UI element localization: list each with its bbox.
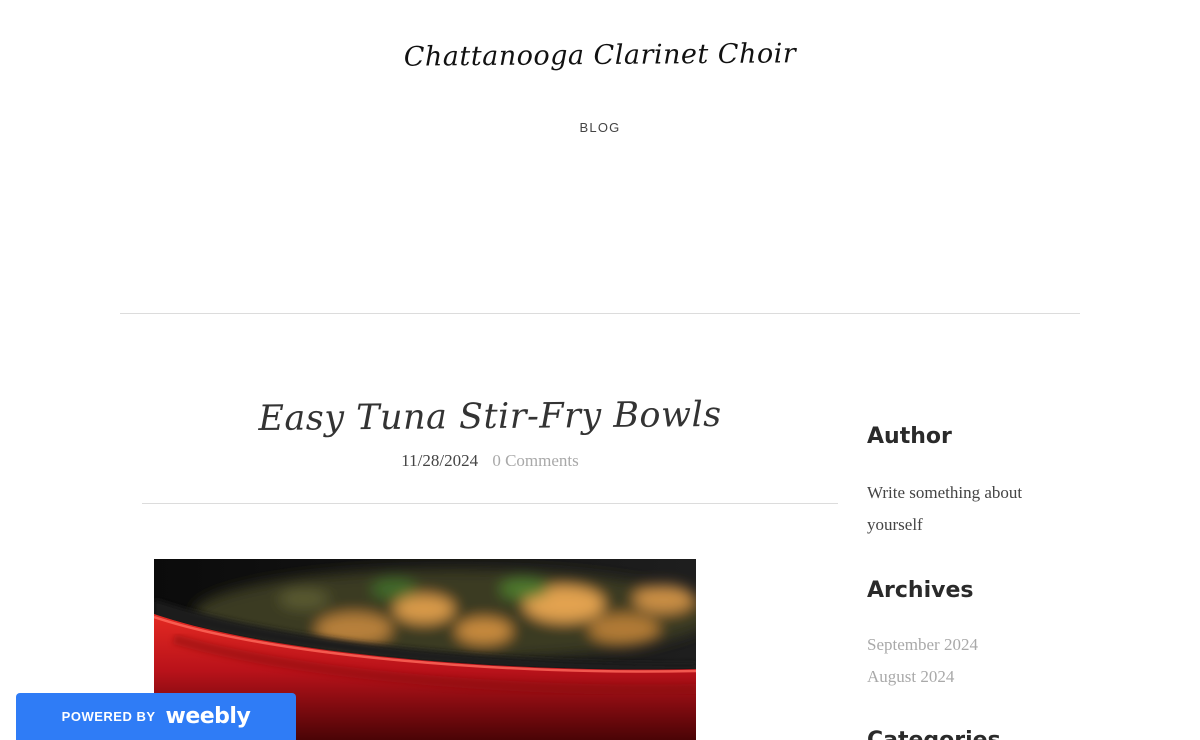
post-divider — [142, 503, 838, 504]
page: Chattanooga Clarinet Choir BLOG Easy Tun… — [0, 0, 1200, 740]
sidebar-author-heading: Author — [867, 424, 952, 449]
archive-link-september-2024[interactable]: September 2024 — [867, 635, 978, 655]
sidebar-archives-heading: Archives — [867, 578, 974, 603]
powered-by-label: POWERED BY — [61, 709, 156, 724]
site-title[interactable]: Chattanooga Clarinet Choir — [0, 35, 1200, 76]
nav-item-blog[interactable]: BLOG — [580, 120, 621, 135]
main-nav: BLOG — [0, 119, 1200, 137]
archive-link-august-2024[interactable]: August 2024 — [867, 667, 954, 687]
post-comments-link[interactable]: 0 Comments — [492, 451, 578, 470]
post-meta: 11/28/2024 0 Comments — [142, 451, 838, 471]
powered-by-weebly-badge[interactable]: POWERED BY weebly — [16, 693, 296, 740]
post-title[interactable]: Easy Tuna Stir-Fry Bowls — [142, 394, 838, 440]
sidebar-author-text: Write something about yourself — [867, 483, 1023, 534]
weebly-logo: weebly — [165, 704, 251, 729]
sidebar-categories-heading: Categories — [867, 728, 1001, 740]
header-divider — [120, 313, 1080, 314]
post-date: 11/28/2024 — [401, 451, 479, 470]
